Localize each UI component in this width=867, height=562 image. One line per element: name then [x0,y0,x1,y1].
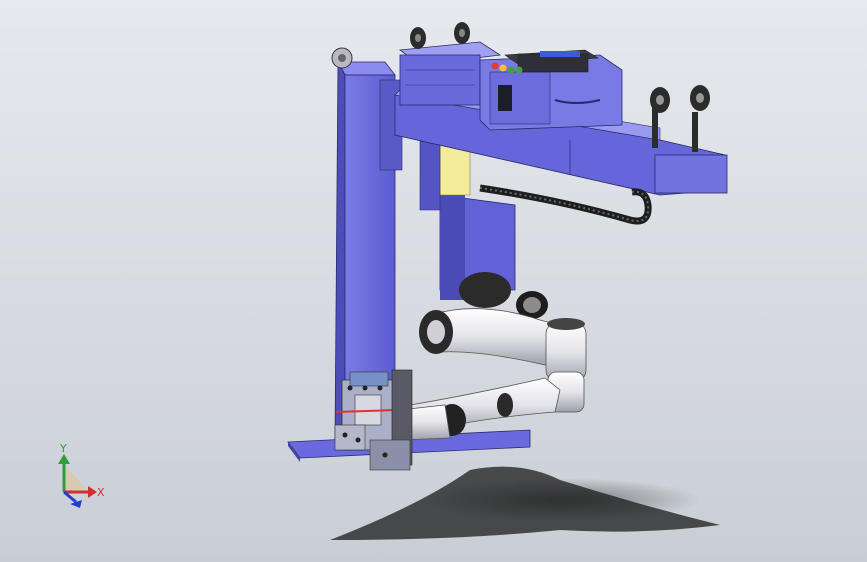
status-light-green-2 [515,66,523,74]
robot-cell-model[interactable]: Y X [0,0,867,562]
cad-viewport[interactable]: Y X [0,0,867,562]
status-light-yellow [499,64,507,72]
ground-shadow [330,466,720,540]
status-light-green [507,66,515,74]
x-axis-label: X [97,486,105,499]
y-axis-label: Y [59,442,67,455]
robot-arm[interactable] [399,272,587,441]
orientation-triad[interactable]: Y X [58,442,105,508]
handwheel[interactable] [331,47,353,69]
status-light-red [491,62,499,70]
